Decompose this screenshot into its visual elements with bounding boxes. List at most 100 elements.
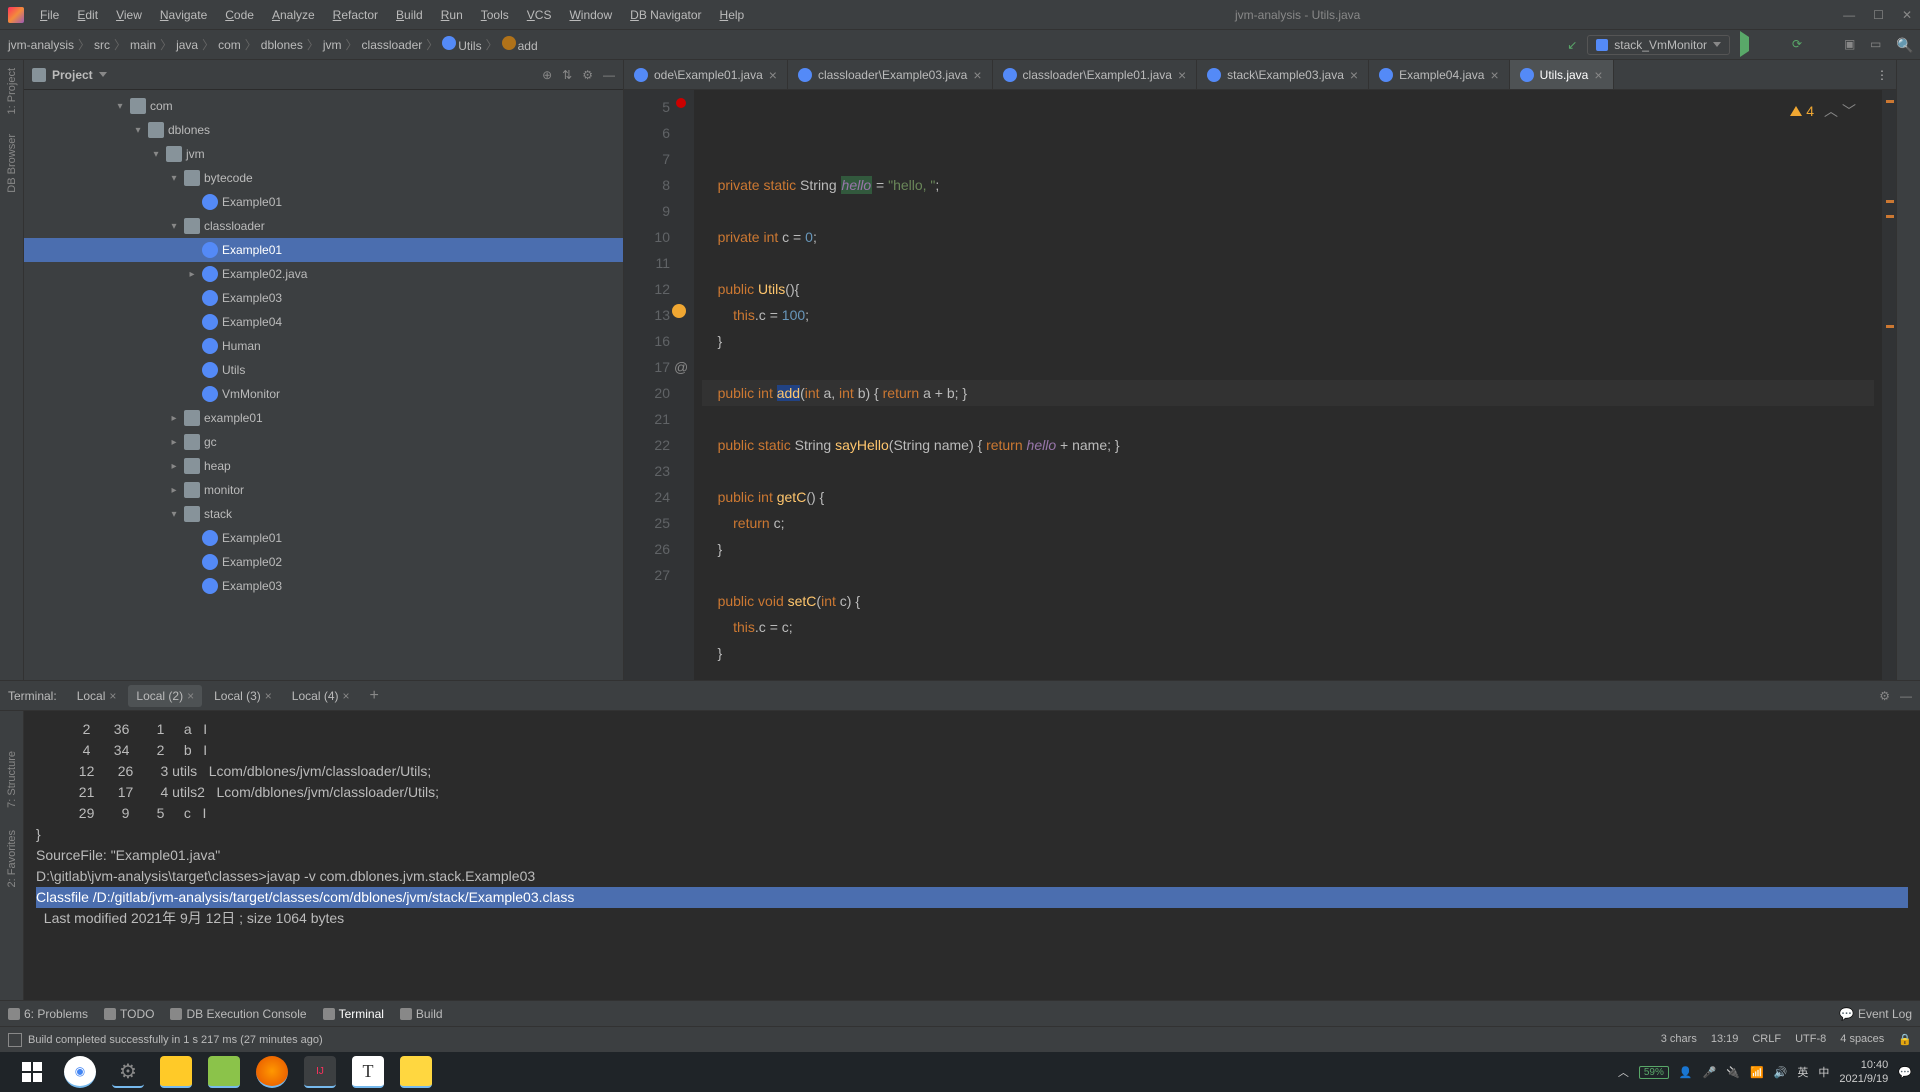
- code-line[interactable]: return c;: [702, 510, 1874, 536]
- tree-arrow-icon[interactable]: ▾: [150, 149, 162, 160]
- line-number[interactable]: 9: [628, 198, 670, 224]
- favorites-tool-button[interactable]: 2: Favorites: [6, 830, 18, 887]
- terminal-content[interactable]: 2 36 1 a I 4 34 2 b I 12 26 3 utils Lcom…: [24, 711, 1920, 1000]
- code-line[interactable]: }: [702, 536, 1874, 562]
- breadcrumb-item[interactable]: src: [94, 38, 110, 52]
- tray-ime2[interactable]: 中: [1818, 1064, 1829, 1080]
- line-number[interactable]: 6: [628, 120, 670, 146]
- terminal-settings-icon[interactable]: [1879, 689, 1890, 703]
- menu-build[interactable]: Build: [388, 4, 431, 26]
- terminal-tab[interactable]: Local (3)×: [206, 685, 280, 707]
- menu-file[interactable]: File: [32, 4, 67, 26]
- code-line[interactable]: [702, 406, 1874, 432]
- settings-icon[interactable]: [582, 68, 593, 82]
- code-line[interactable]: public Utils(){: [702, 276, 1874, 302]
- tray-clock[interactable]: 10:40 2021/9/19: [1839, 1058, 1888, 1086]
- add-terminal-button[interactable]: +: [370, 687, 379, 705]
- tree-arrow-icon[interactable]: ▾: [168, 509, 180, 520]
- code-line[interactable]: }: [702, 640, 1874, 666]
- code-line[interactable]: [702, 562, 1874, 588]
- tool-build[interactable]: Build: [400, 1007, 443, 1021]
- tray-mic-icon[interactable]: 🎤: [1703, 1066, 1717, 1079]
- run-config-selector[interactable]: stack_VmMonitor: [1587, 35, 1730, 55]
- breadcrumb-item[interactable]: java: [176, 38, 198, 52]
- line-number[interactable]: 11: [628, 250, 670, 276]
- menu-view[interactable]: View: [108, 4, 150, 26]
- attach-button[interactable]: ▣: [1844, 37, 1860, 53]
- tree-arrow-icon[interactable]: ▸: [186, 269, 198, 280]
- code-line[interactable]: }: [702, 328, 1874, 354]
- search-icon[interactable]: [1896, 37, 1912, 53]
- status-icon[interactable]: [8, 1033, 22, 1047]
- tree-item-example03[interactable]: Example03: [24, 574, 623, 598]
- tree-item-heap[interactable]: ▸heap: [24, 454, 623, 478]
- tray-ime1[interactable]: 英: [1797, 1064, 1808, 1080]
- status-indent[interactable]: 4 spaces: [1840, 1033, 1884, 1046]
- tray-power-icon[interactable]: 🔌: [1726, 1066, 1740, 1079]
- tab-close-icon[interactable]: ×: [973, 67, 981, 83]
- code-line[interactable]: private int c = 0;: [702, 224, 1874, 250]
- expand-all-icon[interactable]: [562, 68, 572, 82]
- status-lock-icon[interactable]: 🔒: [1898, 1033, 1912, 1046]
- editor-tab[interactable]: classloader\Example01.java×: [993, 60, 1198, 89]
- taskbar-settings-icon[interactable]: ⚙: [112, 1056, 144, 1088]
- next-highlight-icon[interactable]: ﹀: [1842, 98, 1856, 124]
- code-line[interactable]: public static String sayHello(String nam…: [702, 432, 1874, 458]
- tree-item-example01[interactable]: Example01: [24, 238, 623, 262]
- tree-arrow-icon[interactable]: ▸: [168, 437, 180, 448]
- tray-chevron-icon[interactable]: ︿: [1618, 1064, 1629, 1080]
- menu-run[interactable]: Run: [433, 4, 471, 26]
- status-encoding[interactable]: UTF-8: [1795, 1033, 1826, 1046]
- tree-item-example02-java[interactable]: ▸Example02.java: [24, 262, 623, 286]
- code-line[interactable]: this.c = c;: [702, 614, 1874, 640]
- tree-arrow-icon[interactable]: ▾: [114, 101, 126, 112]
- terminal-tab[interactable]: Local (2)×: [128, 685, 202, 707]
- breadcrumb-item[interactable]: Utils: [442, 36, 481, 53]
- line-number[interactable]: 10: [628, 224, 670, 250]
- breadcrumb-item[interactable]: jvm-analysis: [8, 38, 74, 52]
- tray-people-icon[interactable]: 👤: [1679, 1066, 1693, 1079]
- tree-item-example04[interactable]: Example04: [24, 310, 623, 334]
- terminal-tab-close-icon[interactable]: ×: [187, 689, 194, 703]
- tab-close-icon[interactable]: ×: [1594, 67, 1602, 83]
- tree-item-vmmonitor[interactable]: VmMonitor: [24, 382, 623, 406]
- status-position[interactable]: 13:19: [1711, 1033, 1739, 1046]
- tab-close-icon[interactable]: ×: [1178, 67, 1186, 83]
- code-line[interactable]: [702, 458, 1874, 484]
- tab-close-icon[interactable]: ×: [1350, 67, 1358, 83]
- editor-tab[interactable]: classloader\Example03.java×: [788, 60, 993, 89]
- line-number[interactable]: 22: [628, 432, 670, 458]
- terminal-tab[interactable]: Local (4)×: [284, 685, 358, 707]
- nav-back-icon[interactable]: ↙: [1567, 38, 1577, 52]
- hide-panel-icon[interactable]: [603, 68, 615, 82]
- taskbar-intellij-icon[interactable]: IJ: [304, 1056, 336, 1088]
- tree-item-classloader[interactable]: ▾classloader: [24, 214, 623, 238]
- status-line-sep[interactable]: CRLF: [1752, 1033, 1781, 1046]
- tree-item-bytecode[interactable]: ▾bytecode: [24, 166, 623, 190]
- taskbar-chrome-icon[interactable]: ◉: [64, 1056, 96, 1088]
- tree-item-human[interactable]: Human: [24, 334, 623, 358]
- menu-analyze[interactable]: Analyze: [264, 4, 323, 26]
- error-icon[interactable]: [676, 98, 686, 108]
- editor-tab[interactable]: stack\Example03.java×: [1197, 60, 1369, 89]
- terminal-tab-close-icon[interactable]: ×: [109, 689, 116, 703]
- code-line[interactable]: [702, 250, 1874, 276]
- editor-tab[interactable]: ode\Example01.java×: [624, 60, 788, 89]
- battery-indicator[interactable]: 59%: [1639, 1066, 1669, 1079]
- tree-item-monitor[interactable]: ▸monitor: [24, 478, 623, 502]
- code-line[interactable]: this.c = 100;: [702, 302, 1874, 328]
- override-icon[interactable]: @: [674, 354, 688, 380]
- tree-item-example02[interactable]: Example02: [24, 550, 623, 574]
- chevron-down-icon[interactable]: [99, 72, 107, 77]
- structure-tool-button[interactable]: 7: Structure: [6, 751, 18, 808]
- warning-badge[interactable]: 4 ︿ ﹀: [1790, 98, 1856, 124]
- breadcrumb-item[interactable]: classloader: [362, 38, 423, 52]
- tree-item-example01[interactable]: Example01: [24, 190, 623, 214]
- line-number[interactable]: 17: [628, 354, 670, 380]
- taskbar-tool-icon[interactable]: [400, 1056, 432, 1088]
- menu-code[interactable]: Code: [217, 4, 262, 26]
- code-area[interactable]: 4 ︿ ﹀ private static String hello = "hel…: [694, 90, 1882, 680]
- tray-volume-icon[interactable]: 🔊: [1774, 1066, 1788, 1079]
- line-number[interactable]: 12: [628, 276, 670, 302]
- tool-todo[interactable]: TODO: [104, 1007, 154, 1021]
